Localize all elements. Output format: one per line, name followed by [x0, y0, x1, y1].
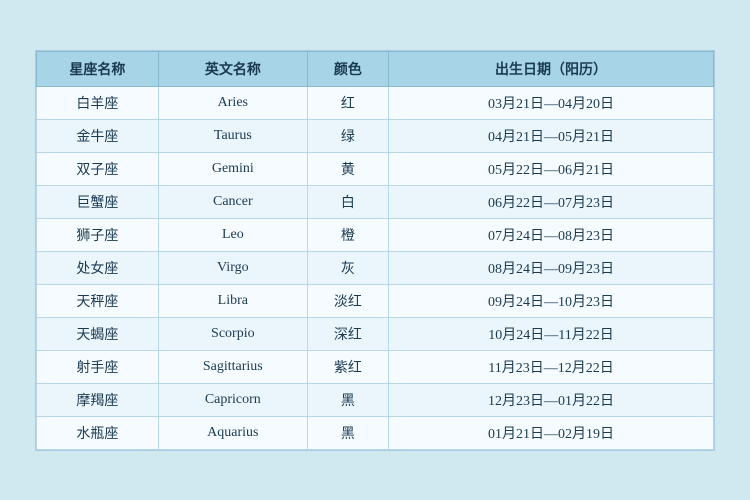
- cell-chinese: 处女座: [37, 251, 159, 284]
- cell-date: 08月24日—09月23日: [389, 251, 714, 284]
- cell-english: Aquarius: [158, 416, 307, 449]
- table-row: 双子座Gemini黄05月22日—06月21日: [37, 152, 714, 185]
- cell-english: Virgo: [158, 251, 307, 284]
- table-row: 白羊座Aries红03月21日—04月20日: [37, 86, 714, 119]
- cell-english: Gemini: [158, 152, 307, 185]
- cell-chinese: 射手座: [37, 350, 159, 383]
- cell-date: 05月22日—06月21日: [389, 152, 714, 185]
- table-row: 射手座Sagittarius紫红11月23日—12月22日: [37, 350, 714, 383]
- cell-color: 绿: [307, 119, 388, 152]
- cell-english: Cancer: [158, 185, 307, 218]
- table-row: 水瓶座Aquarius黑01月21日—02月19日: [37, 416, 714, 449]
- table-row: 巨蟹座Cancer白06月22日—07月23日: [37, 185, 714, 218]
- header-color: 颜色: [307, 51, 388, 86]
- table-row: 狮子座Leo橙07月24日—08月23日: [37, 218, 714, 251]
- header-date: 出生日期（阳历）: [389, 51, 714, 86]
- table-row: 摩羯座Capricorn黑12月23日—01月22日: [37, 383, 714, 416]
- cell-english: Scorpio: [158, 317, 307, 350]
- cell-chinese: 白羊座: [37, 86, 159, 119]
- cell-english: Aries: [158, 86, 307, 119]
- table-row: 处女座Virgo灰08月24日—09月23日: [37, 251, 714, 284]
- cell-color: 灰: [307, 251, 388, 284]
- cell-date: 04月21日—05月21日: [389, 119, 714, 152]
- cell-color: 紫红: [307, 350, 388, 383]
- cell-english: Sagittarius: [158, 350, 307, 383]
- cell-color: 深红: [307, 317, 388, 350]
- cell-date: 09月24日—10月23日: [389, 284, 714, 317]
- cell-color: 红: [307, 86, 388, 119]
- cell-color: 淡红: [307, 284, 388, 317]
- zodiac-table-container: 星座名称 英文名称 颜色 出生日期（阳历） 白羊座Aries红03月21日—04…: [35, 50, 715, 451]
- zodiac-table: 星座名称 英文名称 颜色 出生日期（阳历） 白羊座Aries红03月21日—04…: [36, 51, 714, 450]
- cell-chinese: 天蝎座: [37, 317, 159, 350]
- cell-chinese: 摩羯座: [37, 383, 159, 416]
- cell-color: 黑: [307, 383, 388, 416]
- cell-color: 白: [307, 185, 388, 218]
- cell-color: 黄: [307, 152, 388, 185]
- cell-color: 黑: [307, 416, 388, 449]
- table-row: 天秤座Libra淡红09月24日—10月23日: [37, 284, 714, 317]
- cell-chinese: 水瓶座: [37, 416, 159, 449]
- cell-color: 橙: [307, 218, 388, 251]
- cell-chinese: 双子座: [37, 152, 159, 185]
- cell-date: 10月24日—11月22日: [389, 317, 714, 350]
- cell-date: 07月24日—08月23日: [389, 218, 714, 251]
- cell-english: Leo: [158, 218, 307, 251]
- cell-english: Taurus: [158, 119, 307, 152]
- cell-date: 12月23日—01月22日: [389, 383, 714, 416]
- cell-chinese: 狮子座: [37, 218, 159, 251]
- cell-date: 01月21日—02月19日: [389, 416, 714, 449]
- header-english: 英文名称: [158, 51, 307, 86]
- cell-date: 11月23日—12月22日: [389, 350, 714, 383]
- cell-chinese: 天秤座: [37, 284, 159, 317]
- table-header-row: 星座名称 英文名称 颜色 出生日期（阳历）: [37, 51, 714, 86]
- cell-english: Libra: [158, 284, 307, 317]
- cell-chinese: 金牛座: [37, 119, 159, 152]
- table-row: 金牛座Taurus绿04月21日—05月21日: [37, 119, 714, 152]
- cell-date: 06月22日—07月23日: [389, 185, 714, 218]
- table-row: 天蝎座Scorpio深红10月24日—11月22日: [37, 317, 714, 350]
- cell-chinese: 巨蟹座: [37, 185, 159, 218]
- cell-english: Capricorn: [158, 383, 307, 416]
- cell-date: 03月21日—04月20日: [389, 86, 714, 119]
- header-chinese: 星座名称: [37, 51, 159, 86]
